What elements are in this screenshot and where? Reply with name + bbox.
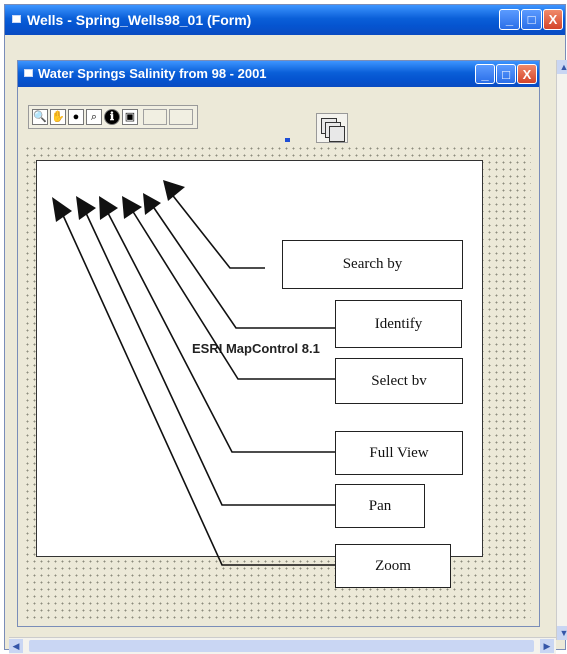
toolbar-empty-slot [169, 109, 193, 125]
inner-minimize-button[interactable]: _ [475, 64, 495, 84]
pan-icon[interactable]: ✋ [50, 109, 66, 125]
scroll-up-icon[interactable]: ▲ [557, 60, 567, 74]
toolbar-empty-slot [143, 109, 167, 125]
cascade-windows-icon[interactable] [316, 113, 348, 143]
scroll-left-icon[interactable]: ◀ [9, 639, 23, 653]
select-icon[interactable]: ⌕ [86, 109, 102, 125]
zoom-callout: Zoom [335, 544, 451, 588]
identify-callout: Identify [335, 300, 462, 348]
search-by-callout: Search by [282, 240, 463, 289]
select-by-callout: Select bv [335, 358, 463, 404]
inner-window-title: Water Springs Salinity from 98 - 2001 [38, 66, 267, 81]
outer-titlebar[interactable]: Wells - Spring_Wells98_01 (Form) _ □ X [5, 5, 565, 35]
window-system-icon[interactable] [12, 15, 21, 23]
horizontal-scrollbar[interactable]: ◀ ▶ [9, 637, 556, 654]
minimize-button[interactable]: _ [499, 9, 520, 30]
map-toolbar: 🔍 ✋ ● ⌕ ℹ ▣ [28, 105, 198, 129]
inner-maximize-button[interactable]: □ [496, 64, 516, 84]
inner-titlebar[interactable]: Water Springs Salinity from 98 - 2001 _ … [18, 61, 539, 87]
full-view-icon[interactable]: ● [68, 109, 84, 125]
zoom-icon[interactable]: 🔍 [32, 109, 48, 125]
inner-window-system-icon[interactable] [24, 69, 33, 77]
full-view-callout: Full View [335, 431, 463, 475]
identify-icon[interactable]: ℹ [104, 109, 120, 125]
maximize-button[interactable]: □ [521, 9, 542, 30]
horizontal-scroll-thumb[interactable] [29, 640, 534, 652]
vertical-scrollbar[interactable]: ▲ ▼ [556, 60, 567, 640]
selection-handle[interactable] [285, 138, 290, 142]
search-icon[interactable]: ▣ [122, 109, 138, 125]
inner-close-button[interactable]: X [517, 64, 537, 84]
close-button[interactable]: X [543, 9, 563, 30]
outer-window-title: Wells - Spring_Wells98_01 (Form) [27, 12, 252, 28]
map-control-label: ESRI MapControl 8.1 [192, 341, 320, 356]
scroll-right-icon[interactable]: ▶ [540, 639, 554, 653]
pan-callout: Pan [335, 484, 425, 528]
scroll-down-icon[interactable]: ▼ [557, 626, 567, 640]
